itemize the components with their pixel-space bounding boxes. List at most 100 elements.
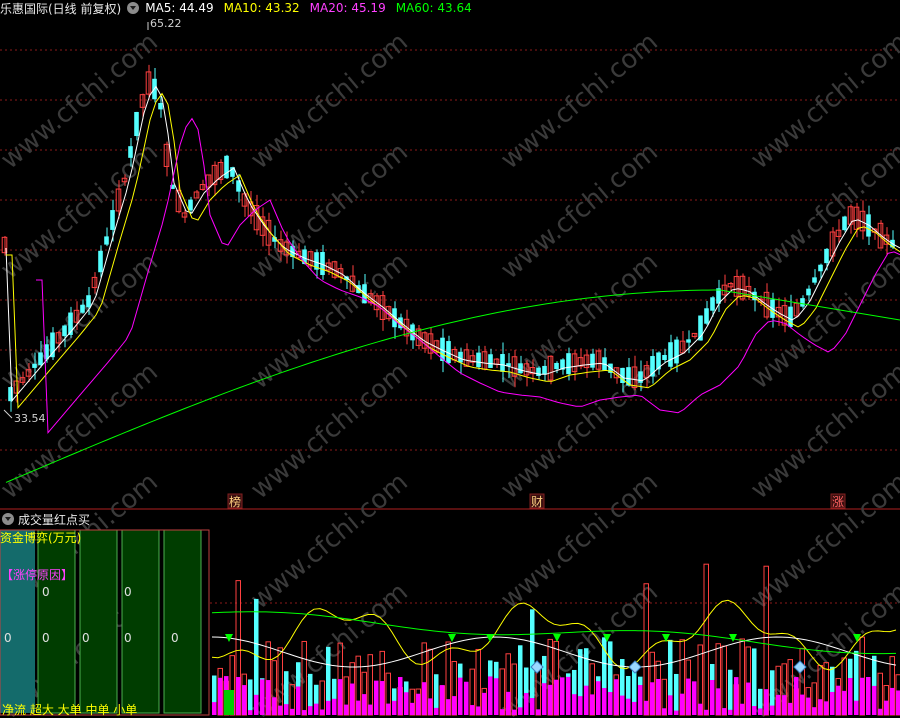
- volume-inner-bar: [626, 698, 631, 715]
- volume-inner-bar: [872, 685, 877, 715]
- candle-body: [80, 304, 85, 313]
- volume-inner-bar: [494, 678, 499, 715]
- volume-inner-bar: [470, 705, 475, 715]
- volume-inner-bar: [212, 702, 217, 715]
- volume-inner-bar: [848, 677, 853, 715]
- candle-body: [662, 355, 667, 360]
- volume-inner-bar: [344, 704, 349, 715]
- volume-inner-bar: [440, 685, 445, 715]
- stock-name: 乐惠国际(日线 前复权): [0, 1, 122, 16]
- volume-bar: [728, 669, 733, 715]
- fund-column-1: [79, 529, 118, 714]
- volume-inner-bar: [386, 703, 391, 715]
- volume-inner-bar: [758, 708, 763, 715]
- candle-body: [590, 353, 595, 368]
- volume-bar: [877, 672, 883, 716]
- volume-inner-bar: [416, 693, 421, 715]
- indicator-dropdown-icon[interactable]: [2, 513, 14, 525]
- volume-inner-bar: [698, 703, 703, 715]
- volume-inner-bar: [308, 706, 313, 715]
- volume-inner-bar: [320, 709, 325, 715]
- volume-inner-bar: [218, 677, 223, 715]
- fund-column-2: [121, 529, 160, 714]
- volume-inner-bar: [806, 697, 811, 715]
- volume-inner-bar: [278, 705, 283, 715]
- volume-inner-bar: [824, 701, 829, 715]
- candle-body: [812, 277, 817, 283]
- candle-body: [476, 352, 481, 368]
- volume-inner-bar: [482, 692, 487, 715]
- volume-inner-bar: [326, 700, 331, 715]
- low-price-label: 33.54: [14, 412, 46, 425]
- volume-inner-bar: [632, 701, 637, 715]
- ma5-label: MA5: 44.49: [145, 1, 214, 15]
- volume-inner-bar: [254, 694, 259, 715]
- volume-inner-bar: [554, 679, 559, 715]
- candle-body: [134, 111, 139, 137]
- fund-column-3: [163, 529, 202, 714]
- candle-body: [536, 367, 541, 376]
- volume-inner-bar: [362, 694, 367, 715]
- volume-inner-bar: [272, 697, 277, 715]
- volume-bar: [739, 638, 745, 716]
- fund-column-net: [0, 530, 35, 713]
- volume-inner-bar: [404, 692, 409, 715]
- volume-inner-bar: [800, 694, 805, 715]
- volume-inner-bar: [242, 685, 247, 715]
- volume-inner-bar: [710, 679, 715, 715]
- volume-inner-bar: [794, 677, 799, 715]
- candle-body: [224, 155, 229, 179]
- candle-body: [98, 250, 103, 273]
- volume-inner-bar: [662, 708, 667, 715]
- volume-bar: [518, 645, 523, 715]
- volume-inner-bar: [350, 683, 355, 715]
- volume-inner-bar: [422, 682, 427, 715]
- volume-inner-bar: [644, 700, 649, 715]
- volume-inner-bar: [464, 681, 469, 715]
- candle-body: [554, 362, 559, 370]
- volume-inner-bar: [236, 677, 241, 715]
- volume-inner-bar: [536, 709, 541, 715]
- volume-inner-bar: [434, 707, 439, 715]
- fund-value-1: 0: [42, 585, 50, 599]
- kline-chart[interactable]: www.cfchi.com www.cfchi.com www.cfchi.com w…: [0, 0, 900, 717]
- volume-inner-bar: [776, 694, 781, 715]
- candle-body: [842, 216, 847, 231]
- volume-inner-bar: [548, 684, 553, 715]
- candle-body: [824, 248, 829, 264]
- volume-inner-bar: [428, 698, 433, 715]
- candle-body: [32, 363, 37, 368]
- candle-body: [38, 352, 43, 366]
- fund-value-6: 0: [124, 631, 132, 645]
- volume-inner-bar: [764, 689, 769, 715]
- candle-body: [800, 298, 805, 307]
- candle-body: [62, 325, 67, 337]
- volume-inner-bar: [578, 696, 583, 715]
- candle-body: [188, 199, 193, 211]
- volume-inner-bar: [296, 686, 301, 715]
- volume-inner-bar: [518, 707, 523, 715]
- ma20-label: MA20: 45.19: [309, 1, 386, 15]
- volume-inner-bar: [584, 685, 589, 715]
- buy-arrow-icon: [448, 634, 456, 642]
- volume-inner-bar: [812, 707, 817, 715]
- volume-inner-bar: [410, 702, 415, 715]
- buy-arrow-icon: [729, 634, 737, 642]
- volume-inner-bar: [614, 679, 619, 715]
- volume-bar: [475, 648, 481, 716]
- volume-inner-bar: [878, 708, 883, 715]
- volume-inner-bar: [728, 709, 733, 715]
- volume-inner-bar: [332, 698, 337, 715]
- dropdown-icon[interactable]: [127, 2, 140, 14]
- volume-bar: [248, 679, 253, 715]
- volume-inner-bar: [830, 691, 835, 715]
- volume-inner-bar: [686, 678, 691, 715]
- fund-value-7: 0: [171, 631, 179, 645]
- candle-body: [158, 103, 163, 110]
- fund-value-2: 0: [124, 585, 132, 599]
- volume-inner-bar: [620, 695, 625, 715]
- candle-body: [128, 146, 133, 158]
- fund-value-4: 0: [42, 631, 50, 645]
- volume-inner-bar: [692, 681, 697, 715]
- volume-inner-bar: [488, 676, 493, 715]
